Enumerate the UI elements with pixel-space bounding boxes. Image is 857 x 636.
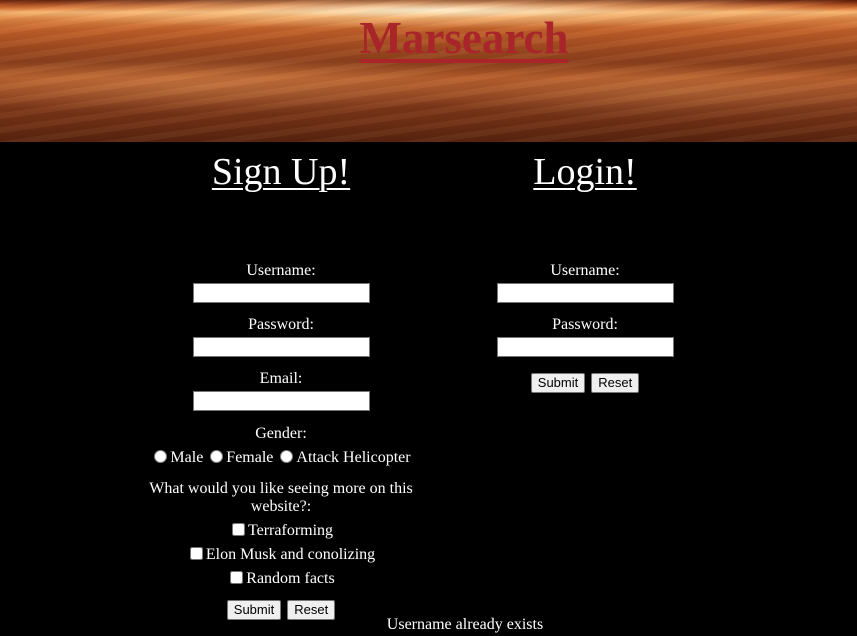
interest-question: What would you like seeing more on this …: [149, 480, 413, 515]
gender-label: Gender:: [255, 425, 307, 442]
signup-heading: Sign Up!: [211, 151, 351, 193]
interest-option-row: Elon Musk and conolizing: [130, 545, 432, 564]
interest-option-label: Random facts: [246, 570, 335, 587]
gender-option-label: Male: [170, 449, 204, 466]
login-password-label: Password:: [552, 316, 618, 333]
interest-checkbox-terraforming[interactable]: [231, 523, 245, 536]
site-title: Marsearch: [359, 13, 569, 63]
gender-radio-attack-helicopter[interactable]: [280, 450, 294, 463]
signup-form: Sign Up! Username: Password: Email: Gend…: [130, 142, 432, 620]
interest-checkbox-random-facts[interactable]: [230, 571, 244, 584]
signup-email-input[interactable]: [192, 391, 370, 411]
signup-password-label: Password:: [248, 316, 314, 333]
signup-username-input[interactable]: [192, 283, 370, 303]
gender-options: Male Female Attack Helicopter: [130, 448, 432, 467]
login-password-input[interactable]: [496, 337, 674, 357]
login-username-label: Username:: [550, 262, 620, 279]
status-message: Username already exists: [386, 616, 544, 633]
gender-radio-male[interactable]: [154, 450, 168, 463]
login-username-input[interactable]: [496, 283, 674, 303]
gender-radio-female[interactable]: [210, 450, 224, 463]
interest-option-row: Random facts: [130, 569, 432, 588]
login-submit-button[interactable]: Submit: [530, 373, 586, 393]
login-form: Login! Username: Password: Submit Reset: [485, 142, 685, 393]
interest-checkbox-elon-musk[interactable]: [189, 547, 203, 560]
login-reset-button[interactable]: Reset: [591, 373, 640, 393]
login-heading: Login!: [533, 151, 637, 193]
interest-option-label: Elon Musk and conolizing: [205, 546, 376, 563]
login-buttons: Submit Reset: [485, 373, 685, 393]
signup-email-label: Email:: [259, 370, 303, 387]
signup-username-label: Username:: [246, 262, 316, 279]
signup-submit-button[interactable]: Submit: [226, 600, 282, 620]
gender-option-label: Female: [226, 449, 274, 466]
interest-option-label: Terraforming: [247, 522, 334, 539]
gender-option-label: Attack Helicopter: [296, 449, 411, 466]
signup-password-input[interactable]: [192, 337, 370, 357]
interest-option-row: Terraforming: [130, 521, 432, 540]
